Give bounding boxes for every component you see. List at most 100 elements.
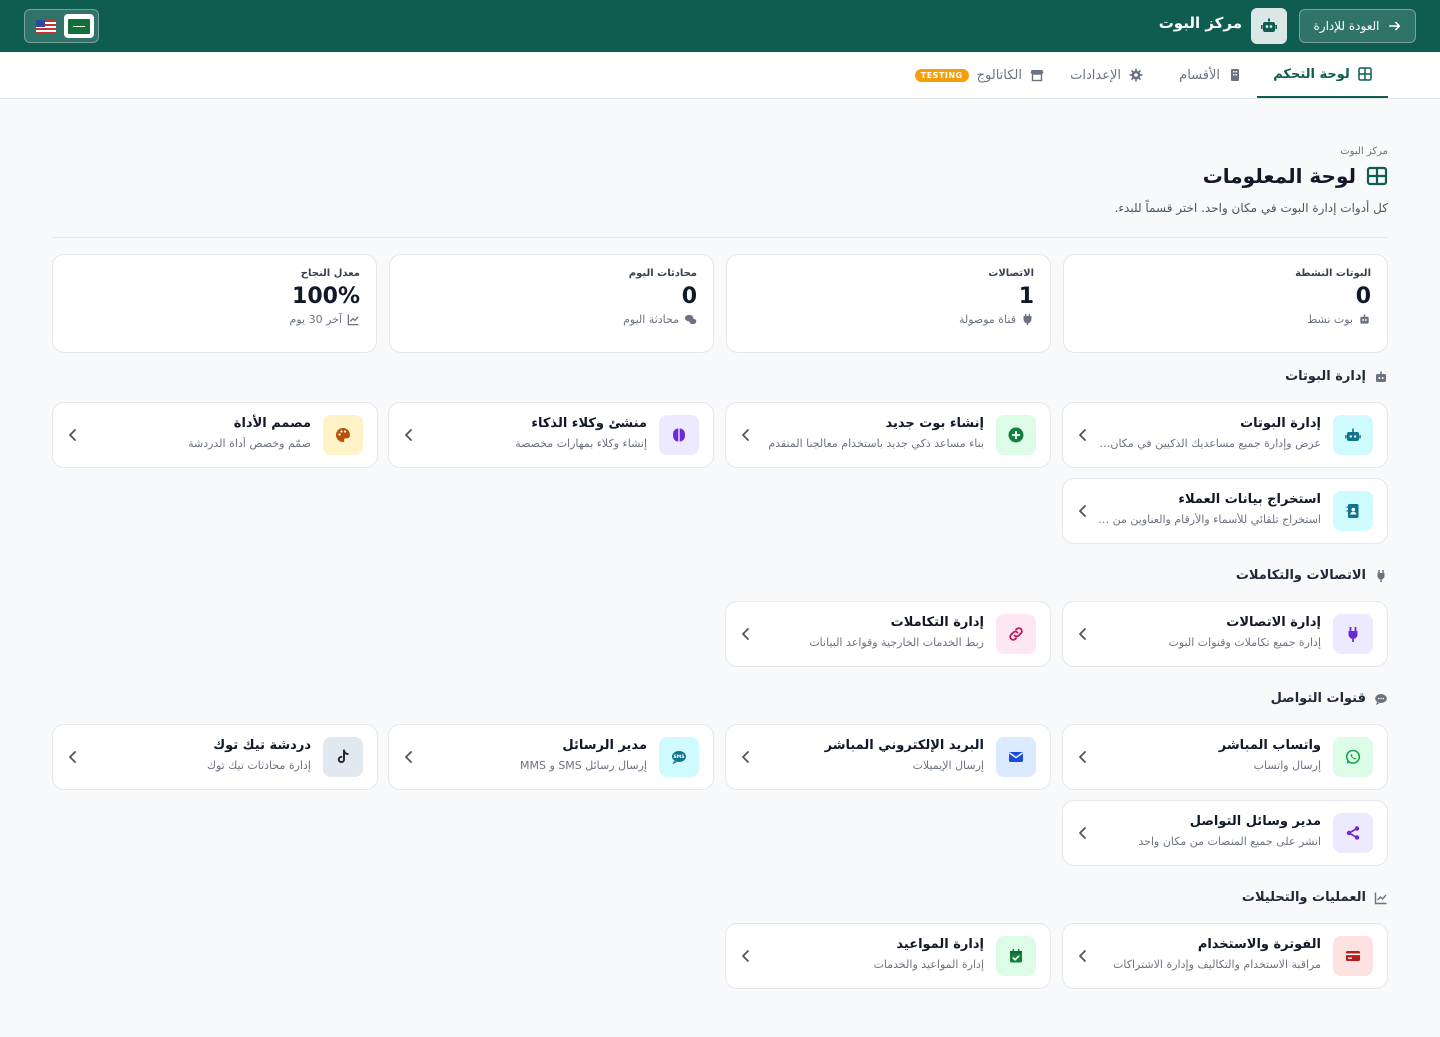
contact-book-icon (1333, 491, 1373, 531)
main-tabs: لوحة التحكم الأقسام الإعدادات الكاتالوج … (0, 52, 1440, 99)
arrow-right-icon (1388, 21, 1400, 31)
palette-icon (323, 415, 363, 455)
chevron-left-icon (1079, 429, 1086, 441)
chevron-left-icon (742, 751, 749, 763)
tab-catalog[interactable]: الكاتالوج TESTING (914, 52, 1044, 98)
dashboard-icon (1358, 67, 1372, 81)
us-flag-icon[interactable] (36, 19, 56, 33)
chevron-left-icon (405, 751, 412, 763)
card-manage-integrations[interactable]: إدارة التكاملات ربط الخدمات الخارجية وقو… (725, 601, 1051, 667)
card-message-manager[interactable]: SMS مدير الرسائل إرسال رسائل SMS و MMS (388, 724, 714, 790)
card-billing-usage[interactable]: الفوترة والاستخدام مراقبة الاستخدام والت… (1062, 923, 1388, 989)
back-to-admin-button[interactable]: العودة للإدارة (1299, 9, 1416, 43)
card-description: إدارة جميع تكاملات وقنوات البوت (1168, 636, 1321, 649)
card-title: إنشاء بوت جديد (885, 416, 984, 431)
chevron-left-icon (742, 950, 749, 962)
card-title: منشئ وكلاء الذكاء (531, 416, 647, 431)
chevron-left-icon (405, 429, 412, 441)
stat-footnote: بوت نشط (1080, 313, 1371, 326)
plug-icon (1377, 569, 1385, 582)
card-title: مدير الرسائل (562, 738, 647, 753)
card-email-direct[interactable]: البريد الإلكتروني المباشر إرسال الإيميلا… (725, 724, 1051, 790)
plus-circle-icon (996, 415, 1036, 455)
envelope-icon (996, 737, 1036, 777)
stat-foot-text: آخر 30 يوم (289, 313, 342, 326)
section-title-text: الاتصالات والتكاملات (1235, 568, 1366, 583)
card-title: استخراج بيانات العملاء (1178, 492, 1321, 507)
card-title: إدارة البوتات (1240, 416, 1321, 431)
card-title: دردشة تيك توك (213, 738, 311, 753)
section-title-connections: الاتصالات والتكاملات (1236, 568, 1388, 583)
card-create-bot[interactable]: إنشاء بوت جديد بناء مساعد ذكي جديد باستخ… (725, 402, 1051, 468)
top-header: العودة للإدارة مركز البوت (0, 0, 1440, 52)
stat-label: الاتصالات (988, 268, 1034, 279)
gear-icon (1129, 68, 1143, 82)
dashboard-icon (1366, 166, 1388, 186)
card-social-media-manager[interactable]: مدير وسائل التواصل انشر على جميع المنصات… (1062, 800, 1388, 866)
card-description: مراقبة الاستخدام والتكاليف وإدارة الاشتر… (1113, 958, 1321, 971)
credit-card-icon (1333, 936, 1373, 976)
link-icon (996, 614, 1036, 654)
chevron-left-icon (742, 628, 749, 640)
card-customer-data-extraction[interactable]: استخراج بيانات العملاء استخراج تلقائي لل… (1062, 478, 1388, 544)
whatsapp-icon (1333, 737, 1373, 777)
chat-bubble-icon (1375, 693, 1387, 705)
chevron-left-icon (69, 429, 76, 441)
language-switcher[interactable] (24, 9, 99, 43)
tab-sections[interactable]: الأقسام (1179, 52, 1242, 98)
stat-foot-text: محادثة اليوم (623, 313, 679, 326)
card-description: إرسال الإيميلات (912, 759, 984, 772)
stat-label: محادثات اليوم (628, 268, 697, 279)
divider (52, 237, 1388, 238)
card-description: ربط الخدمات الخارجية وقواعد البيانات (809, 636, 984, 649)
card-whatsapp-direct[interactable]: واتساب المباشر إرسال واتساب (1062, 724, 1388, 790)
breadcrumb: مركز البوت (1340, 146, 1388, 157)
card-description: استخراج تلقائي للأسماء والأرقام والعناوي… (1096, 513, 1321, 526)
chart-line-icon (347, 314, 359, 326)
stat-connections: الاتصالات 1 قناة موصولة (726, 254, 1051, 353)
stat-foot-text: بوت نشط (1307, 313, 1353, 326)
chat-icon (684, 314, 697, 325)
section-title-channels: قنوات التواصل (1271, 691, 1388, 706)
tab-label: الإعدادات (1070, 67, 1121, 83)
plug-icon (1023, 313, 1032, 326)
card-manage-connections[interactable]: إدارة الاتصالات إدارة جميع تكاملات وقنوا… (1062, 601, 1388, 667)
card-widget-designer[interactable]: مصمم الأداة صمّم وخصص أداة الدردشة (52, 402, 378, 468)
card-description: عرض وإدارة جميع مساعديك الذكيين في مكان … (1096, 437, 1321, 450)
tab-label: الكاتالوج (976, 67, 1022, 83)
chevron-left-icon (1079, 505, 1086, 517)
card-description: إنشاء وكلاء بمهارات مخصصة (515, 437, 647, 450)
card-title: مدير وسائل التواصل (1189, 814, 1321, 829)
section-title-text: العمليات والتحليلات (1241, 890, 1366, 905)
building-icon (1231, 69, 1239, 81)
saudi-flag-icon[interactable] (64, 14, 94, 38)
tab-dashboard[interactable]: لوحة التحكم (1257, 52, 1388, 98)
card-ai-agent-builder[interactable]: منشئ وكلاء الذكاء إنشاء وكلاء بمهارات مخ… (388, 402, 714, 468)
stat-footnote: آخر 30 يوم (69, 313, 360, 326)
stat-label: معدل النجاح (300, 268, 360, 279)
robot-icon (1333, 415, 1373, 455)
card-description: بناء مساعد ذكي جديد باستخدام معالجنا الم… (768, 437, 984, 450)
chevron-left-icon (1079, 751, 1086, 763)
card-tiktok-chat[interactable]: دردشة تيك توك إدارة محادثات تيك توك (52, 724, 378, 790)
chevron-left-icon (1079, 950, 1086, 962)
tab-label: لوحة التحكم (1273, 66, 1350, 82)
card-description: إدارة محادثات تيك توك (206, 759, 311, 772)
stat-label: البوتات النشطة (1295, 268, 1371, 279)
section-title-operations: العمليات والتحليلات (1242, 890, 1388, 905)
tab-settings[interactable]: الإعدادات (1070, 52, 1143, 98)
robot-icon (1251, 8, 1287, 44)
page-subtitle: كل أدوات إدارة البوت في مكان واحد. اختر … (1114, 201, 1388, 215)
sms-icon: SMS (659, 737, 699, 777)
card-manage-bots[interactable]: إدارة البوتات عرض وإدارة جميع مساعديك ال… (1062, 402, 1388, 468)
testing-badge: TESTING (914, 68, 969, 82)
stat-value: 0 (681, 284, 697, 309)
card-appointments[interactable]: إدارة المواعيد إدارة المواعيد والخدمات (725, 923, 1051, 989)
stat-success-rate: معدل النجاح 100% آخر 30 يوم (52, 254, 377, 353)
app-title: مركز البوت (1158, 14, 1242, 32)
card-title: إدارة الاتصالات (1226, 615, 1321, 630)
card-title: إدارة المواعيد (896, 937, 984, 952)
page-title: لوحة المعلومات (1203, 164, 1388, 188)
section-title-text: قنوات التواصل (1270, 691, 1366, 706)
section-title-bots: إدارة البوتات (1285, 369, 1388, 384)
